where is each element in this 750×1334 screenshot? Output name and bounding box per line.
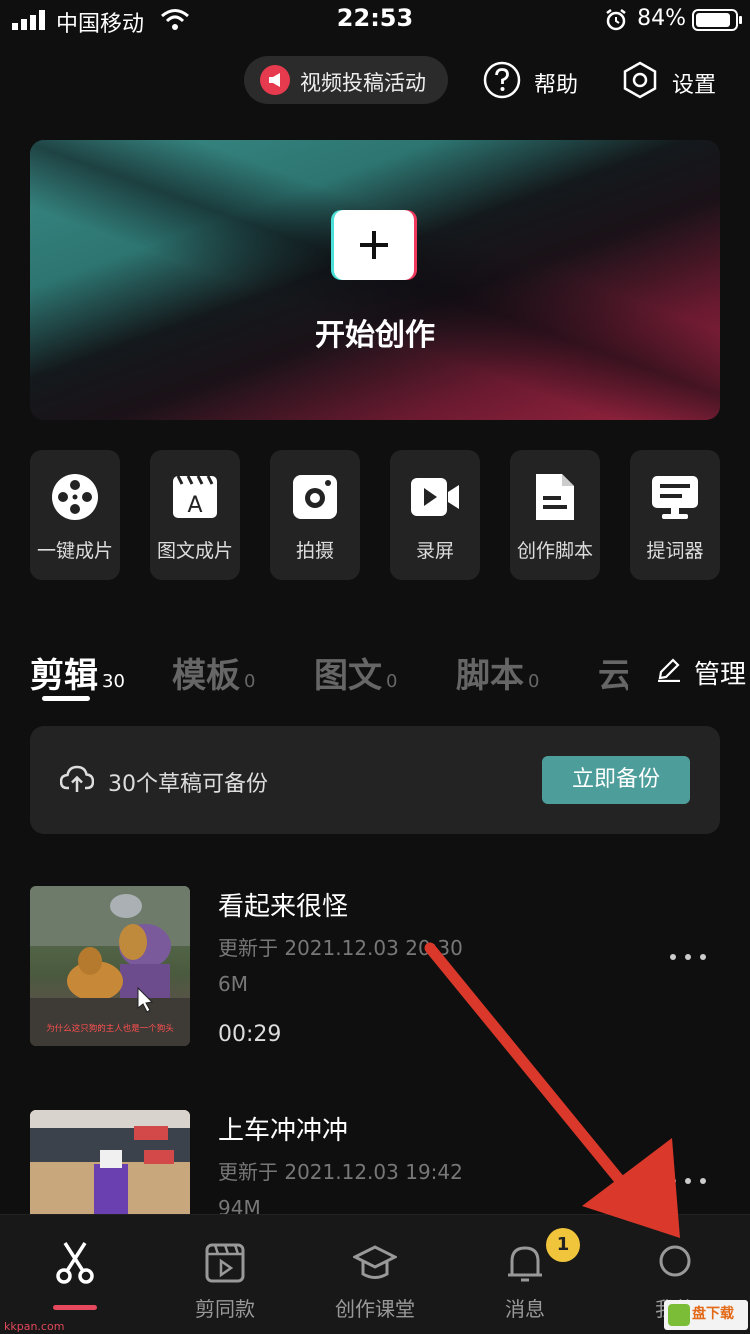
more-options-icon[interactable] (670, 1174, 706, 1188)
tool-label: 提词器 (646, 540, 704, 562)
tool-label: 图文成片 (156, 540, 233, 562)
tool-label: 拍摄 (295, 540, 334, 562)
dog-photo-thumbnail: 为什么这只狗的主人也是一个狗头 (30, 886, 190, 1046)
draft-updated: 更新于 2021.12.03 19:42 (218, 1160, 463, 1184)
plus-icon[interactable] (334, 210, 414, 280)
backup-banner: 30个草稿可备份 立即备份 (30, 726, 720, 834)
tab-count: 0 (244, 671, 256, 692)
scissors-icon (56, 1242, 94, 1284)
nav-label: 创作课堂 (335, 1297, 415, 1321)
start-creation-card[interactable]: 开始创作 (30, 140, 720, 420)
watermark-logo: 盘下载 (664, 1300, 748, 1330)
tool-label: 创作脚本 (516, 540, 593, 562)
watermark-icon (668, 1304, 690, 1326)
nav-label: 剪同款 (195, 1297, 255, 1321)
tab-label: 脚本 (456, 656, 524, 696)
camera-icon (293, 475, 337, 519)
active-tab-indicator (42, 696, 90, 701)
tab-template[interactable]: 模板 0 (172, 648, 255, 697)
tool-teleprompter[interactable]: 提词器 (630, 450, 720, 580)
notification-badge: 1 (546, 1228, 580, 1262)
help-label: 帮助 (534, 73, 579, 98)
manage-button[interactable]: 管理 (628, 648, 750, 694)
tab-label: 云 (598, 656, 632, 696)
status-bar: 中国移动 22:53 84% (0, 0, 750, 44)
nav-label: 消息 (505, 1297, 545, 1321)
tool-one-click-video[interactable]: 一键成片 (30, 450, 120, 580)
tool-creation-script[interactable]: 创作脚本 (510, 450, 600, 580)
more-options-icon[interactable] (670, 950, 706, 964)
hero-background (30, 140, 720, 420)
profile-icon (659, 1245, 691, 1277)
draft-duration: 00:29 (218, 1022, 282, 1047)
tab-label: 图文 (314, 656, 382, 696)
tool-label: 录屏 (415, 540, 454, 562)
tab-count: 0 (528, 671, 540, 692)
battery-icon (692, 9, 742, 31)
tab-count: 30 (102, 671, 125, 692)
thumbnail-caption: 为什么这只狗的主人也是一个狗头 (46, 1023, 174, 1034)
megaphone-icon (260, 65, 290, 95)
teleprompter-icon (652, 476, 698, 519)
svg-text:A: A (187, 493, 202, 518)
watermark-url: kkpan.com (4, 1320, 65, 1333)
bottom-navigation: 剪同款 创作课堂 消息 我的 (0, 1214, 750, 1334)
tab-image-text[interactable]: 图文 0 (314, 648, 397, 697)
tab-label: 剪辑 (30, 656, 98, 696)
nav-creation-class[interactable]: 创作课堂 (300, 1215, 450, 1334)
alarm-icon (606, 9, 626, 31)
script-document-icon (536, 474, 574, 520)
draft-updated: 更新于 2021.12.03 20:30 (218, 936, 463, 960)
nav-messages[interactable]: 消息 (450, 1215, 600, 1334)
nav-edit[interactable] (0, 1215, 150, 1334)
tab-edit[interactable]: 剪辑 30 (30, 648, 125, 697)
manage-label: 管理 (694, 660, 747, 690)
text-clapper-icon: A (173, 475, 217, 518)
backup-now-button[interactable]: 立即备份 (542, 756, 690, 804)
draft-title: 上车冲冲冲 (218, 1116, 349, 1146)
tab-label: 模板 (172, 656, 240, 696)
help-icon (483, 61, 521, 99)
tool-text-to-video[interactable]: A 图文成片 (150, 450, 240, 580)
video-submission-activity-button[interactable]: 视频投稿活动 (244, 56, 448, 104)
game-thumbnail (30, 1110, 190, 1214)
draft-title: 看起来很怪 (218, 892, 349, 922)
draft-tabs: 剪辑 30 模板 0 图文 0 脚本 0 云 管理 (30, 648, 750, 708)
draft-size: 6M (218, 972, 248, 996)
template-play-icon (205, 1243, 245, 1283)
backup-text: 30个草稿可备份 (108, 772, 268, 797)
battery-percent: 84% (637, 6, 686, 31)
settings-label: 设置 (672, 73, 717, 98)
start-creation-label: 开始创作 (315, 318, 435, 353)
tool-shoot[interactable]: 拍摄 (270, 450, 360, 580)
activity-label: 视频投稿活动 (300, 71, 426, 95)
gear-icon (623, 61, 657, 99)
active-nav-indicator (53, 1305, 97, 1310)
pencil-icon (658, 658, 680, 682)
watermark-text: 盘下载 (692, 1306, 734, 1322)
draft-thumbnail: 为什么这只狗的主人也是一个狗头 (30, 886, 190, 1046)
film-reel-icon (52, 474, 98, 520)
cloud-upload-icon (60, 765, 94, 792)
tab-cloud[interactable]: 云 (598, 648, 632, 697)
tool-label: 一键成片 (36, 540, 113, 562)
draft-item[interactable]: 为什么这只狗的主人也是一个狗头 看起来很怪 更新于 2021.12.03 20:… (30, 886, 750, 1056)
nav-template[interactable]: 剪同款 (150, 1215, 300, 1334)
tab-script[interactable]: 脚本 0 (456, 648, 539, 697)
graduation-cap-icon (353, 1245, 397, 1279)
bell-icon (508, 1246, 542, 1282)
screen-record-icon (411, 478, 459, 516)
tool-screen-record[interactable]: 录屏 (390, 450, 480, 580)
tab-count: 0 (386, 671, 398, 692)
